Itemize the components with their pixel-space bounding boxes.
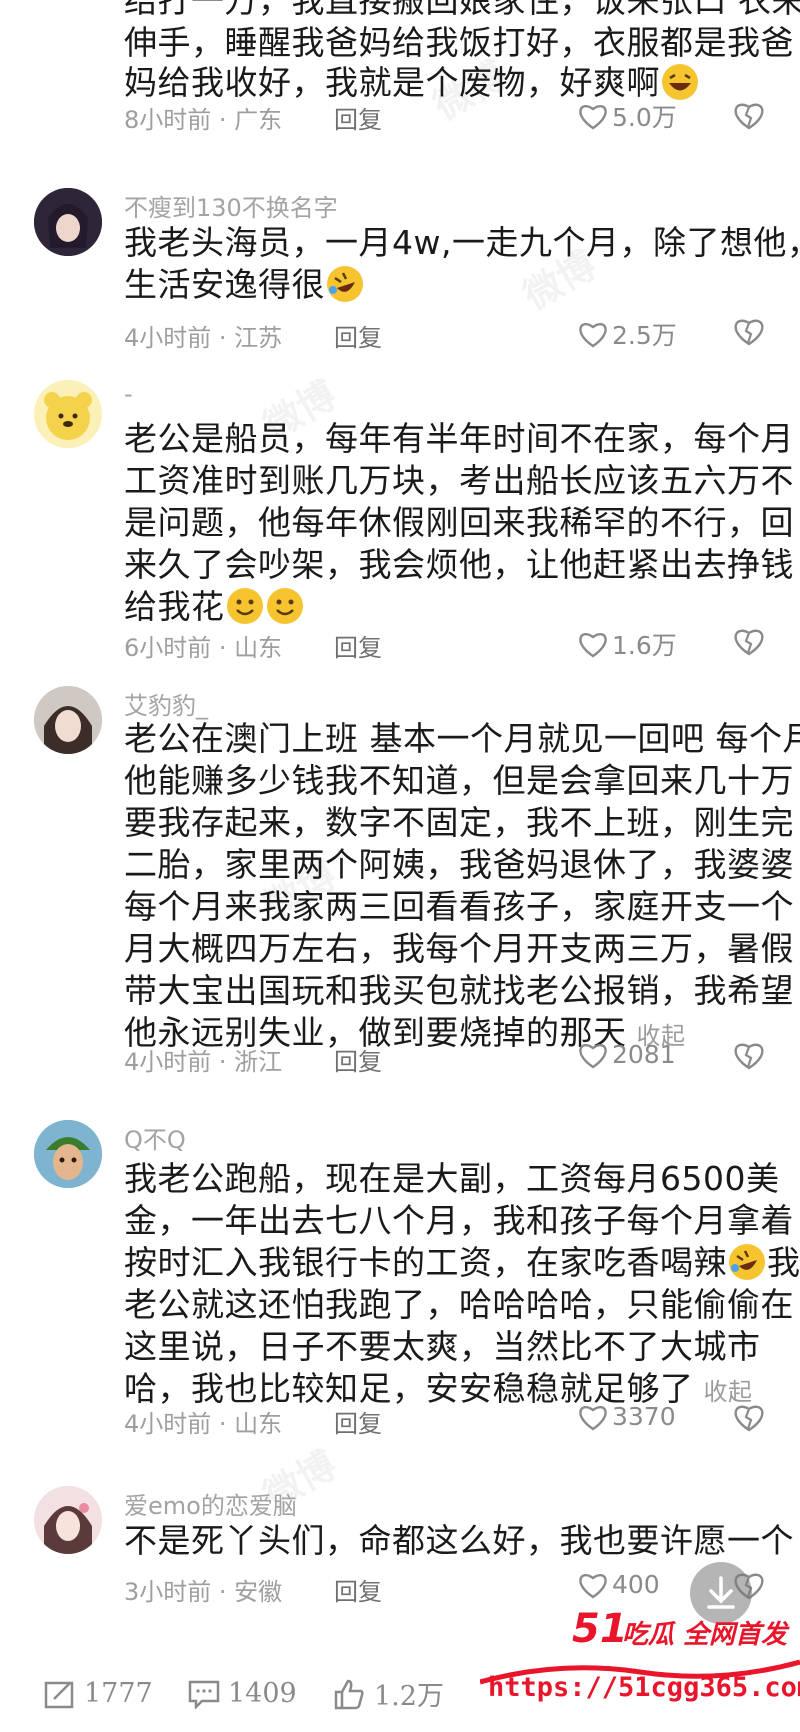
laughing-emoji-icon — [662, 64, 698, 100]
comment-text-line: 这里说，日子不要太爽，当然比不了大城市 — [124, 1327, 761, 1366]
comment-text-line: 金，一年出去七八个月，我和孩子每个月拿着 — [124, 1201, 794, 1240]
comment-text-span: 我 — [767, 1243, 800, 1282]
rofl-emoji-icon — [327, 266, 363, 302]
comment-text-line: 按时汇入我银行卡的工资，在家吃香喝辣 我 — [124, 1242, 800, 1284]
like-button[interactable]: 1.6万 — [578, 626, 677, 662]
like-count: 3370 — [612, 1402, 676, 1431]
comment-count: 1409 — [228, 1678, 297, 1709]
heart-icon — [579, 1043, 607, 1068]
comment-text-line: 工资准时到账几万块，考出船长应该五六万不 — [124, 461, 794, 500]
comment-text-line: 不是死丫头们，命都这么好，我也要许愿一个 — [124, 1521, 794, 1560]
reply-button[interactable]: 回复 — [334, 318, 382, 353]
comment-text-line: 老公是船员，每年有半年时间不在家，每个月 — [124, 419, 794, 458]
avatar[interactable] — [34, 1486, 102, 1554]
avatar[interactable] — [34, 686, 102, 754]
heart-icon — [579, 633, 607, 658]
reply-button[interactable]: 回复 — [334, 100, 382, 135]
avatar[interactable] — [34, 1120, 102, 1188]
comment-meta: 4小时前 · 江苏 — [124, 324, 283, 352]
username[interactable]: 艾豹豹_ — [124, 686, 208, 721]
watermark-brand: 吃瓜 全网首发 — [622, 1620, 788, 1650]
username[interactable]: Q不Q — [124, 1120, 186, 1155]
like-count: 2.5万 — [612, 321, 677, 350]
comment-meta: 4小时前 · 山东 — [124, 1410, 283, 1438]
watermark-url: https://51cgg365.com — [488, 1672, 800, 1703]
comment-meta: 3小时前 · 安徽 — [124, 1578, 283, 1606]
repost-button[interactable]: 1777 — [44, 1678, 153, 1709]
smile-emoji-icon — [226, 588, 263, 624]
comment-meta: 4小时前 · 浙江 — [124, 1048, 283, 1076]
username[interactable]: - — [124, 380, 133, 408]
heart-icon — [579, 1405, 607, 1430]
like-count: 1.6万 — [612, 631, 677, 660]
site-watermark: 51 吃瓜 全网首发 https://51cgg365.com — [480, 1604, 800, 1732]
reply-button[interactable]: 回复 — [334, 628, 382, 663]
comment-meta: 6小时前 · 山东 — [124, 634, 283, 662]
comment-icon — [188, 1680, 220, 1709]
heart-icon — [579, 105, 607, 130]
like-count: 400 — [612, 1570, 660, 1599]
comment-meta: 8小时前 · 广东 — [124, 106, 283, 134]
thumb-like-button[interactable]: 1.2万 — [332, 1674, 444, 1713]
comment-text-line: 给我花 — [124, 586, 305, 628]
like-button[interactable]: 2.5万 — [578, 316, 677, 352]
like-total: 1.2万 — [374, 1681, 444, 1712]
comment-text-span: 按时汇入我银行卡的工资，在家吃香喝辣 — [124, 1243, 727, 1282]
smile-emoji-icon — [266, 588, 303, 624]
like-button[interactable]: 5.0万 — [578, 98, 677, 134]
username[interactable]: 爱emo的恋爱脑 — [124, 1486, 297, 1521]
comment-text-line: 他能赚多少钱我不知道，但是会拿回来几十万 — [124, 761, 794, 800]
reply-button[interactable]: 回复 — [334, 1404, 382, 1439]
comment-text-line: 结打一万，我直接搬回娘家住，饭来张口 衣来 — [124, 0, 800, 20]
like-button[interactable]: 400 — [578, 1570, 660, 1599]
comment-text-line: 带大宝出国玩和我买包就找老公报销，我希望 — [124, 971, 794, 1010]
repost-icon — [44, 1681, 74, 1708]
comment-text-span: 给我花 — [124, 587, 225, 626]
thumbs-up-icon — [334, 1679, 364, 1709]
like-button[interactable]: 2081 — [578, 1040, 676, 1069]
like-count: 5.0万 — [612, 103, 677, 132]
heart-icon — [579, 1573, 607, 1598]
heart-icon — [579, 323, 607, 348]
reply-button[interactable]: 回复 — [334, 1042, 382, 1077]
comment-text-line: 老公就这还怕我跑了，哈哈哈哈，只能偷偷在 — [124, 1285, 794, 1324]
comment-text-line: 我老头海员，一月4w,一走九个月，除了想他， — [124, 223, 800, 262]
comment-text-span: 生活安逸得很 — [124, 265, 325, 304]
repost-count: 1777 — [84, 1678, 153, 1709]
comment-text-line: 是问题，他每年休假刚回来我稀罕的不行，回 — [124, 503, 794, 542]
comment-text-span: 妈给我收好，我就是个废物，好爽啊 — [124, 63, 660, 102]
avatar[interactable] — [34, 188, 102, 256]
avatar[interactable] — [34, 380, 102, 448]
watermark-number: 51 — [572, 1606, 628, 1652]
comment-text-line: 月大概四万左右，我每个月开支两三万，暑假 — [124, 929, 794, 968]
comment-text-line: 我老公跑船，现在是大副，工资每月6500美 — [124, 1159, 780, 1198]
broken-heart-icon[interactable] — [732, 624, 766, 658]
comment-text-line: 二胎，家里两个阿姨，我爸妈退休了，我婆婆 — [124, 845, 794, 884]
comment-button[interactable]: 1409 — [188, 1678, 297, 1709]
comment-text-line: 要我存起来，数字不固定，我不上班，刚生完 — [124, 803, 794, 842]
like-button[interactable]: 3370 — [578, 1402, 676, 1431]
comment-text-line: 老公在澳门上班 基本一个月就见一回吧 每个月 — [124, 719, 800, 758]
broken-heart-icon[interactable] — [732, 314, 766, 348]
broken-heart-icon[interactable] — [732, 1400, 766, 1434]
broken-heart-icon[interactable] — [732, 98, 766, 132]
broken-heart-icon[interactable] — [732, 1038, 766, 1072]
reply-button[interactable]: 回复 — [334, 1572, 382, 1607]
comment-text-line: 每个月来我家两三回看看孩子，家庭开支一个 — [124, 887, 794, 926]
comment-text-line: 生活安逸得很 — [124, 264, 365, 306]
username[interactable]: 不瘦到130不换名字 — [124, 188, 338, 223]
comment-text-line: 伸手，睡醒我爸妈给我饭打好，衣服都是我爸 — [124, 23, 794, 62]
comment-text-line: 来久了会吵架，我会烦他，让他赶紧出去挣钱 — [124, 545, 794, 584]
rofl-emoji-icon — [729, 1244, 765, 1280]
like-count: 2081 — [612, 1040, 676, 1069]
